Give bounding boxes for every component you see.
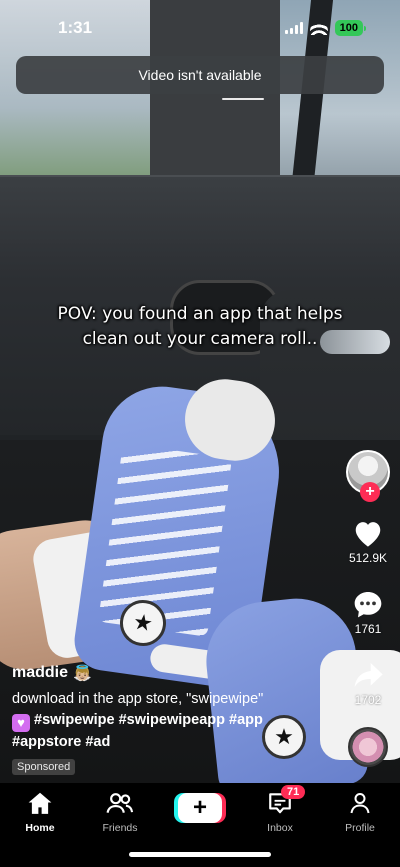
follow-button[interactable]: + [360,482,380,502]
nav-home-label: Home [25,822,55,834]
comment-icon [352,589,384,619]
video-caption: POV: you found an app that helps clean o… [57,304,343,349]
home-icon [27,791,53,818]
nav-inbox-label: Inbox [267,822,293,834]
toast-message: Video isn't available [138,67,262,83]
post-info: maddie 👼🏼 download in the app store, "sw… [12,664,332,775]
creator-avatar[interactable]: + [346,450,390,502]
inbox-badge: 71 [281,785,306,799]
share-count: 1702 [354,693,382,707]
comment-button[interactable]: 1761 [352,589,384,636]
post-description: download in the app store, "swipewipe" ♥… [12,689,332,753]
post-hashtags-line2[interactable]: #appstore #ad [12,732,332,753]
battery-level: 100 [334,20,363,36]
sponsored-badge: Sponsored [12,759,76,775]
profile-icon [348,791,372,818]
status-time: 1:31 [58,18,93,37]
post-username[interactable]: maddie [12,664,68,682]
toast-indicator [222,98,264,100]
create-button[interactable]: + [178,793,222,823]
cellular-signal-icon [284,22,303,34]
username-emoji: 👼🏼 [73,665,92,682]
purple-heart-icon: ♥ [12,714,30,732]
toast-notification: Video isn't available [16,56,384,94]
post-hashtags-line1[interactable]: #swipewipe #swipewipeapp #app [34,712,263,728]
nav-profile-label: Profile [345,822,375,834]
battery-icon: 100 [334,20,366,36]
heart-icon [351,518,385,548]
share-icon [352,660,384,690]
action-rail: + 512.9K 1761 1702 [344,450,392,767]
nav-profile[interactable]: Profile [325,791,395,867]
comment-count: 1761 [354,622,382,636]
post-username-row[interactable]: maddie 👼🏼 [12,664,332,682]
post-description-text: download in the app store, "swipewipe" [12,691,264,707]
status-bar: 1:31 100 [0,0,400,54]
nav-friends-label: Friends [102,822,138,834]
like-button[interactable]: 512.9K [349,518,387,565]
sound-disc[interactable] [348,727,388,767]
status-icons: 100 [284,20,366,36]
nav-home[interactable]: Home [5,791,75,867]
friends-icon [106,791,134,818]
wifi-icon [309,21,328,35]
home-indicator[interactable] [129,852,271,857]
share-button[interactable]: 1702 [352,660,384,707]
like-count: 512.9K [348,551,388,565]
